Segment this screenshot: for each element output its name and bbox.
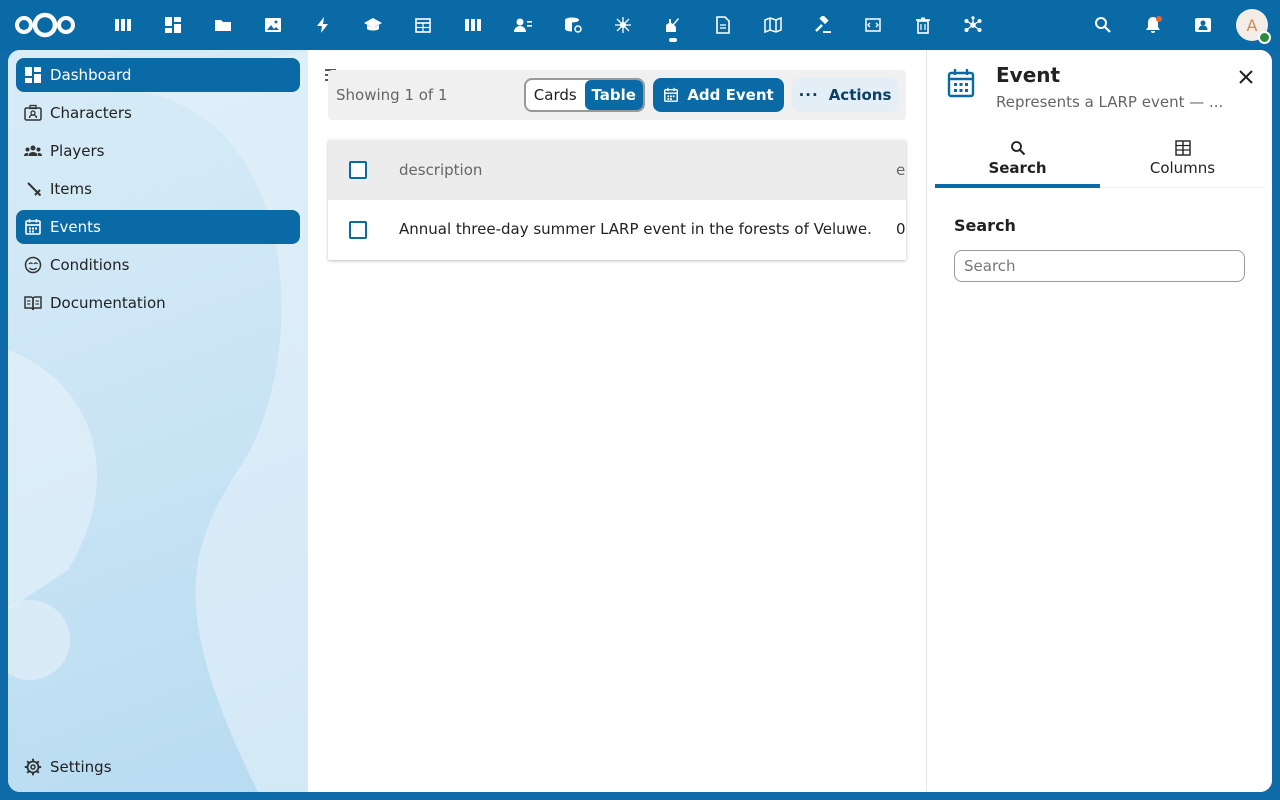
top-header: A	[0, 0, 1280, 50]
cards-view-button[interactable]: Cards	[526, 80, 585, 110]
settings-label: Settings	[50, 758, 112, 776]
row-checkbox[interactable]	[349, 221, 367, 239]
tab-search[interactable]: Search	[935, 130, 1100, 188]
app-code-icon[interactable]	[848, 0, 898, 50]
calendar-icon	[25, 219, 41, 235]
table-row[interactable]: Annual three-day summer LARP event in th…	[328, 200, 906, 260]
column-header-e[interactable]: e	[896, 161, 905, 179]
sidebar-item-label: Items	[50, 180, 92, 198]
app-map-icon[interactable]	[748, 0, 798, 50]
app-grid-icon[interactable]	[148, 0, 198, 50]
app-dashboard-icon[interactable]	[98, 0, 148, 50]
sidebar-item-documentation[interactable]: Documentation	[16, 286, 300, 320]
main-content: Showing 1 of 1 Cards Table Add Event ···…	[308, 50, 926, 792]
search-section-label: Search	[954, 216, 1016, 235]
app-spider-icon[interactable]	[598, 0, 648, 50]
calendar-icon	[664, 87, 679, 102]
dashboard-icon	[25, 67, 41, 83]
add-event-label: Add Event	[687, 86, 774, 104]
app-trash-icon[interactable]	[898, 0, 948, 50]
panel-tabs: Search Columns	[935, 130, 1265, 188]
user-avatar[interactable]: A	[1236, 9, 1271, 44]
app-gavel-icon[interactable]	[798, 0, 848, 50]
table-view-button[interactable]: Table	[584, 80, 643, 110]
settings-button[interactable]: Settings	[16, 750, 300, 784]
app-frame: Dashboard Characters Players Items Event…	[8, 50, 1272, 792]
app-deck-icon[interactable]	[448, 0, 498, 50]
select-all-checkbox[interactable]	[349, 161, 367, 179]
tab-columns[interactable]: Columns	[1100, 130, 1265, 187]
online-status-icon	[1258, 31, 1271, 44]
column-header-description[interactable]: description	[399, 161, 482, 179]
table-header: description e	[328, 140, 906, 200]
search-icon	[1010, 141, 1025, 156]
nextcloud-logo-icon[interactable]	[14, 12, 76, 38]
sidebar-panel: Event Represents a LARP event — ... Sear…	[926, 50, 1272, 792]
gear-icon	[24, 758, 42, 776]
book-icon	[24, 296, 42, 311]
players-icon	[24, 145, 42, 156]
list-toolbar: Showing 1 of 1 Cards Table Add Event ···…	[328, 70, 906, 120]
sidebar-item-players[interactable]: Players	[16, 134, 300, 168]
sidebar-item-label: Conditions	[50, 256, 130, 274]
app-learn-icon[interactable]	[348, 0, 398, 50]
sidebar-item-dashboard[interactable]: Dashboard	[16, 58, 300, 92]
sidebar-item-label: Documentation	[50, 294, 166, 312]
sidebar-item-label: Dashboard	[50, 66, 132, 84]
notifications-bell-icon[interactable]	[1128, 0, 1178, 50]
app-larp-icon[interactable]	[648, 0, 698, 50]
app-network-icon[interactable]	[948, 0, 998, 50]
notification-badge	[1156, 16, 1162, 22]
panel-title: Event	[996, 63, 1061, 87]
avatar-letter: A	[1246, 15, 1258, 35]
app-contacts-icon[interactable]	[498, 0, 548, 50]
app-calendar-icon[interactable]	[398, 0, 448, 50]
conditions-icon	[24, 256, 42, 274]
sidebar-item-events[interactable]: Events	[16, 210, 300, 244]
contacts-menu-icon[interactable]	[1178, 0, 1228, 50]
app-navigation: Dashboard Characters Players Items Event…	[8, 50, 308, 792]
tab-label: Search	[988, 159, 1047, 177]
calendar-icon	[947, 69, 975, 98]
app-database-icon[interactable]	[548, 0, 598, 50]
header-right: A	[1078, 0, 1271, 50]
sidebar-item-label: Players	[50, 142, 105, 160]
panel-subtitle: Represents a LARP event — ...	[996, 93, 1224, 111]
sidebar-nav: Dashboard Characters Players Items Event…	[16, 58, 300, 324]
character-icon	[24, 104, 42, 121]
add-event-button[interactable]: Add Event	[653, 78, 784, 112]
app-photos-icon[interactable]	[248, 0, 298, 50]
app-activity-icon[interactable]	[298, 0, 348, 50]
sword-icon	[27, 182, 42, 197]
view-toggle: Cards Table	[524, 78, 645, 112]
close-icon	[1239, 70, 1253, 84]
sidebar-item-conditions[interactable]: Conditions	[16, 248, 300, 282]
sidebar-item-characters[interactable]: Characters	[16, 96, 300, 130]
events-table: description e Annual three-day summer LA…	[328, 140, 906, 260]
actions-label: Actions	[828, 86, 892, 104]
app-menu	[98, 0, 998, 50]
tab-label: Columns	[1149, 159, 1216, 177]
sidebar-item-label: Characters	[50, 104, 132, 122]
close-panel-button[interactable]	[1233, 64, 1259, 90]
cell-description: Annual three-day summer LARP event in th…	[399, 220, 872, 238]
result-count: Showing 1 of 1	[336, 86, 448, 104]
sidebar-item-label: Events	[50, 218, 101, 236]
search-input[interactable]	[954, 250, 1245, 282]
actions-button[interactable]: ··· Actions	[792, 78, 898, 112]
sidebar-item-items[interactable]: Items	[16, 172, 300, 206]
app-document-icon[interactable]	[698, 0, 748, 50]
search-icon[interactable]	[1078, 0, 1128, 50]
cell-e: 0	[896, 220, 906, 238]
app-files-icon[interactable]	[198, 0, 248, 50]
dots-horizontal-icon: ···	[798, 86, 819, 104]
columns-icon	[1174, 140, 1191, 156]
